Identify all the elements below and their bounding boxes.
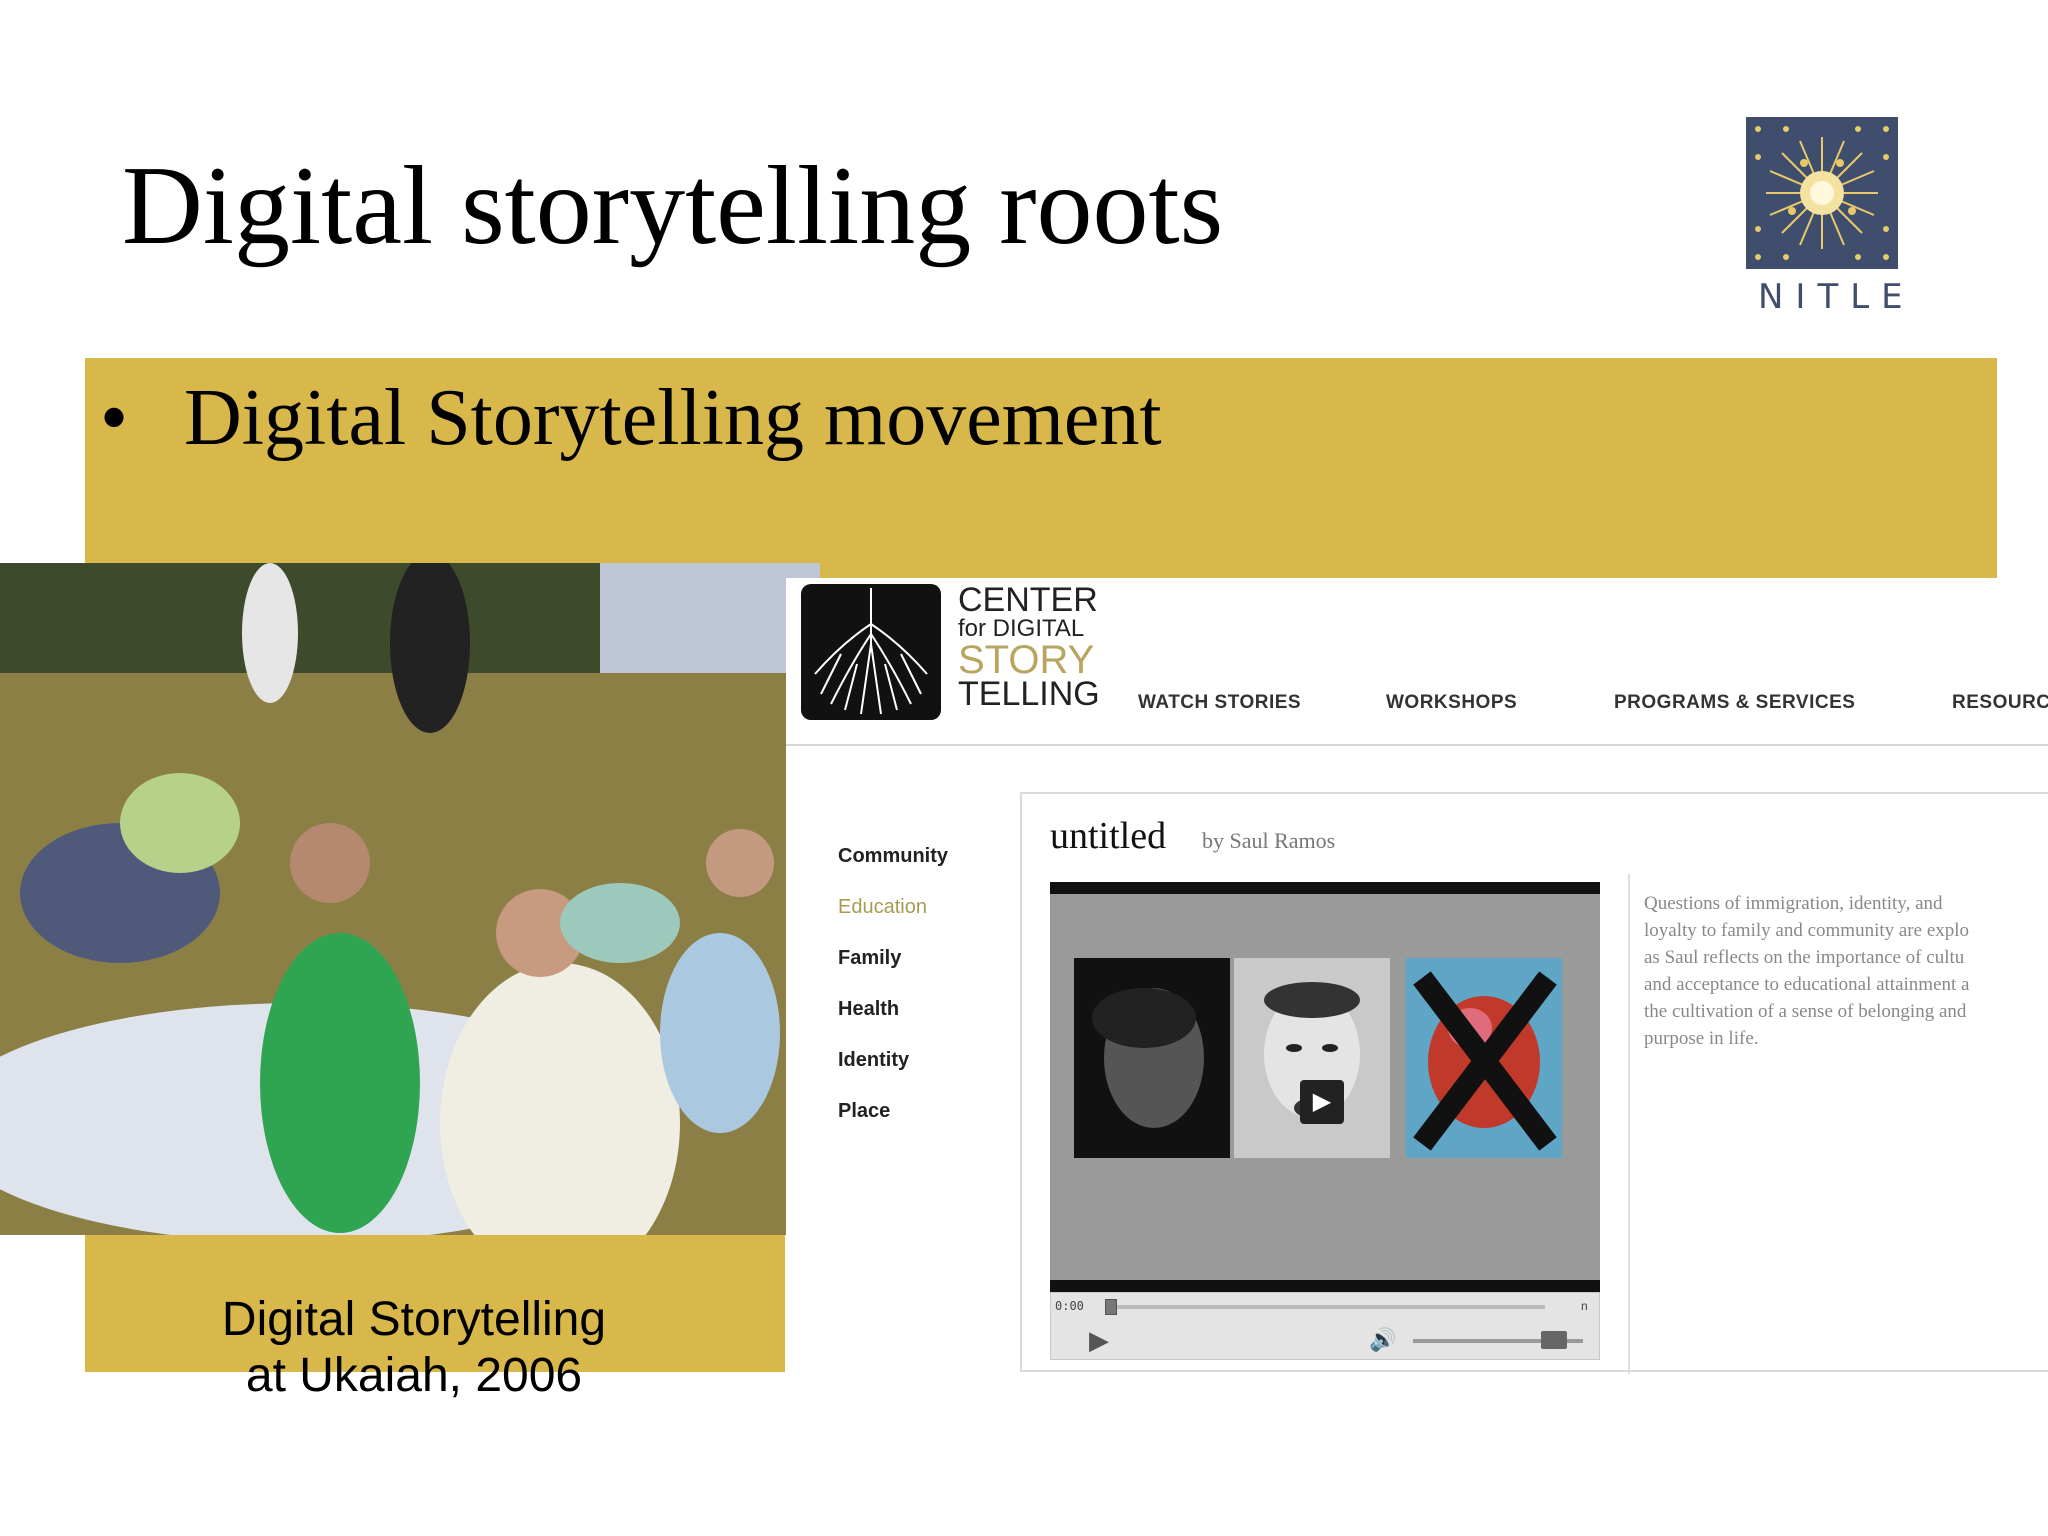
description-line: as Saul reflects on the importance of cu… — [1644, 947, 1965, 968]
nav-workshops[interactable]: WORKSHOPS — [1386, 692, 1517, 714]
bullet-point: • Digital Storytelling movement — [100, 378, 1162, 458]
time-readout: 0:00 — [1055, 1299, 1084, 1313]
video-player[interactable]: ▶ 0:00 n ▶ 🔊 — [1050, 882, 1600, 1360]
category-identity[interactable]: Identity — [838, 1048, 948, 1099]
story-panel: untitled by Saul Ramos ▶ 0:00 n ▶ 🔊 Ques… — [1020, 792, 2048, 1374]
category-place[interactable]: Place — [838, 1099, 948, 1150]
website-screenshot: CENTER for DIGITAL STORY TELLING WATCH S… — [786, 578, 2048, 1450]
description-line: and acceptance to educational attainment… — [1644, 974, 1970, 995]
bullet-text: Digital Storytelling movement — [184, 374, 1162, 462]
story-author: by Saul Ramos — [1202, 828, 1336, 853]
caption-line: Digital Storytelling — [221, 1293, 607, 1346]
story-description: Questions of immigration, identity, and … — [1644, 890, 2048, 1052]
slide-title: Digital storytelling roots — [122, 144, 1224, 268]
frontal-face-frame — [1234, 958, 1390, 1158]
panel-divider — [1628, 874, 1630, 1374]
description-line: Questions of immigration, identity, and — [1644, 893, 1943, 914]
description-line: the cultivation of a sense of belonging … — [1644, 1001, 1967, 1022]
category-family[interactable]: Family — [838, 946, 948, 997]
starburst-icon — [1746, 117, 1898, 269]
seek-handle[interactable] — [1105, 1299, 1117, 1315]
bullet-marker: • — [100, 374, 129, 462]
nav-divider — [786, 744, 2048, 746]
nav-programs-services[interactable]: PROGRAMS & SERVICES — [1614, 692, 1855, 714]
category-community[interactable]: Community — [838, 844, 948, 895]
player-controls: 0:00 n ▶ 🔊 — [1050, 1292, 1600, 1360]
seek-bar[interactable] — [1107, 1305, 1545, 1309]
nav-resources[interactable]: RESOURC — [1952, 692, 2048, 714]
description-line: purpose in life. — [1644, 1028, 1759, 1049]
site-name-line: STORY — [958, 638, 1095, 682]
video-screen[interactable]: ▶ — [1050, 882, 1600, 1292]
crossed-heart-frame — [1406, 958, 1562, 1158]
play-overlay-icon[interactable]: ▶ — [1300, 1080, 1344, 1124]
nitle-logo: NITLE — [1746, 117, 1903, 317]
nitle-wordmark: NITLE — [1758, 277, 1915, 317]
description-line: loyalty to family and community are expl… — [1644, 920, 1970, 941]
photo-caption: Digital Storytelling at Ukaiah, 2006 — [160, 1292, 668, 1404]
volume-handle[interactable] — [1541, 1331, 1567, 1349]
site-name-line: CENTER — [958, 581, 1098, 619]
category-education[interactable]: Education — [838, 895, 948, 946]
category-sidebar: Community Education Family Health Identi… — [838, 844, 948, 1150]
nav-watch-stories[interactable]: WATCH STORIES — [1138, 692, 1301, 714]
volume-icon[interactable]: 🔊 — [1369, 1327, 1396, 1353]
caption-line: at Ukaiah, 2006 — [245, 1349, 583, 1402]
workshop-photo — [0, 563, 820, 1235]
main-nav: WATCH STORIES WORKSHOPS PROGRAMS & SERVI… — [786, 692, 2048, 722]
end-mark: n — [1581, 1299, 1588, 1313]
profile-face-frame — [1074, 958, 1230, 1158]
story-title: untitled — [1050, 815, 1167, 857]
category-health[interactable]: Health — [838, 997, 948, 1048]
play-icon[interactable]: ▶ — [1089, 1327, 1109, 1353]
